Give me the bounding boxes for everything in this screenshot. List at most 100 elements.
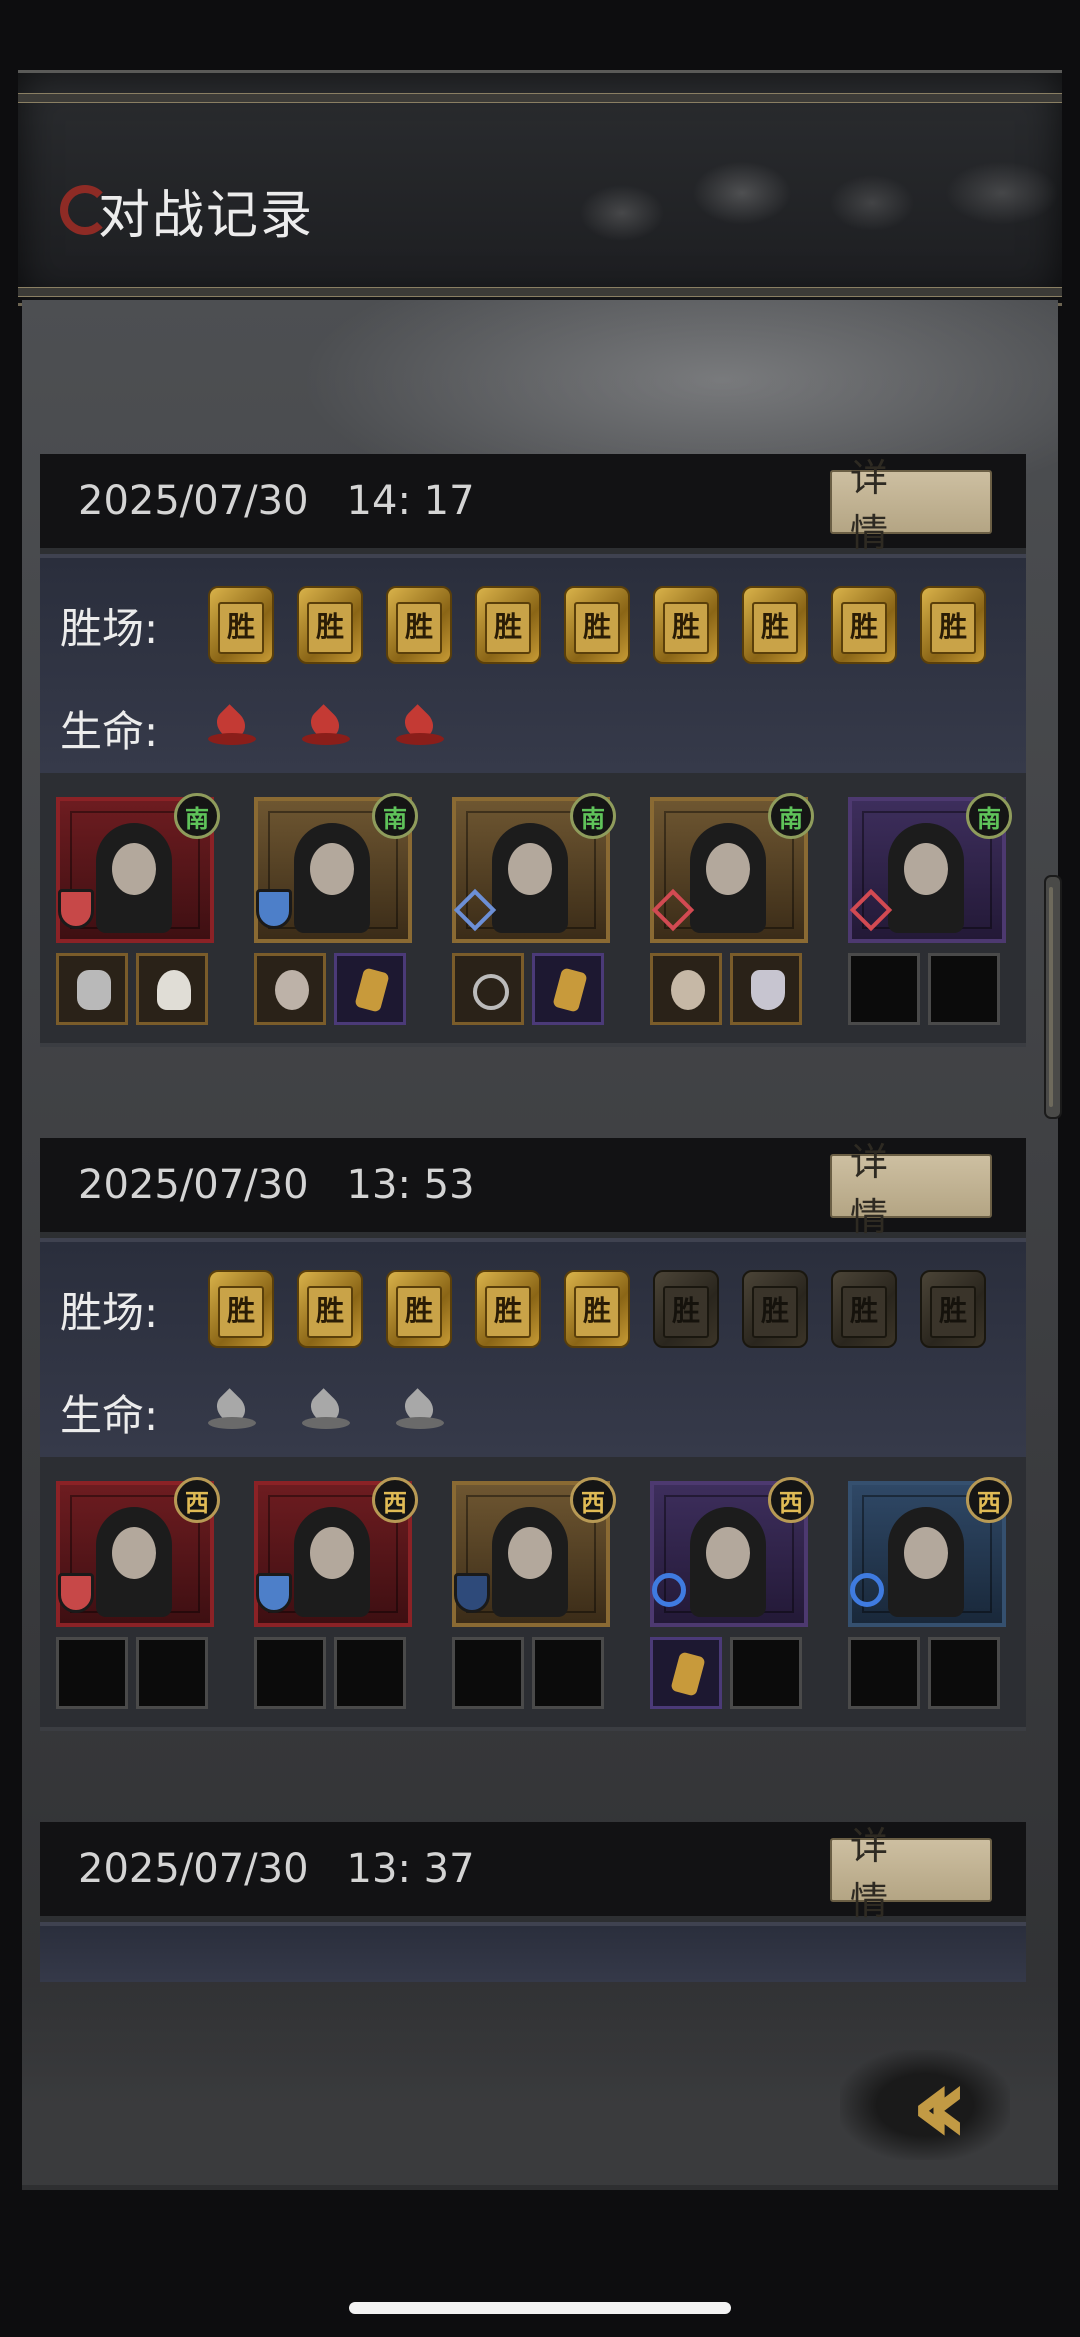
hero-face	[904, 843, 948, 895]
record-date: 2025/07/30	[78, 478, 309, 524]
empty-item-slot[interactable]	[452, 1637, 524, 1709]
record-header: 2025/07/30 13: 37 详 情	[40, 1822, 1026, 1923]
life-drops	[208, 707, 490, 751]
win-badge: 胜	[297, 1270, 363, 1348]
hero-items	[650, 953, 802, 1025]
empty-item-slot[interactable]	[730, 1637, 802, 1709]
empty-win-badge: 胜	[831, 1270, 897, 1348]
record-stats	[40, 1922, 1026, 1982]
role-shield-icon	[58, 889, 94, 929]
hero-card[interactable]: 西	[848, 1477, 1012, 1715]
ring-item-icon	[473, 974, 509, 1010]
wins-badges: 胜胜胜胜胜胜胜胜胜	[208, 1270, 1009, 1348]
hero-face	[310, 843, 354, 895]
home-indicator[interactable]	[349, 2302, 731, 2314]
item-slot[interactable]	[532, 953, 604, 1025]
empty-win-badge: 胜	[920, 1270, 986, 1348]
wins-label: 胜场:	[60, 1287, 159, 1337]
life-label: 生命:	[60, 1391, 159, 1440]
card-item-icon	[354, 967, 390, 1013]
empty-win-badge: 胜	[742, 1270, 808, 1348]
empty-item-slot[interactable]	[848, 1637, 920, 1709]
win-badge-text: 胜	[671, 1294, 700, 1327]
hero-items	[56, 953, 208, 1025]
hero-lineup: 西西西西西	[40, 1457, 1026, 1731]
win-badge: 胜	[653, 586, 719, 664]
header-rail-bottom	[18, 287, 1062, 297]
record-stats: 胜场: 胜 胜 胜 胜 胜 胜 胜 胜 胜 生命:	[40, 1238, 1026, 1457]
life-row: 生命:	[60, 698, 490, 759]
win-badge: 胜	[564, 1270, 630, 1348]
item-slot[interactable]	[650, 1637, 722, 1709]
seat-badge: 南	[570, 793, 616, 839]
empty-item-slot[interactable]	[254, 1637, 326, 1709]
hero-card[interactable]: 南	[254, 793, 418, 1031]
seat-badge: 南	[966, 793, 1012, 839]
back-button[interactable]: ‹‹	[830, 2030, 1020, 2180]
role-shield-icon	[454, 1573, 490, 1613]
seat-badge: 西	[966, 1477, 1012, 1523]
empty-item-slot[interactable]	[848, 953, 920, 1025]
empty-item-slot[interactable]	[334, 1637, 406, 1709]
item-slot[interactable]	[452, 953, 524, 1025]
battle-record: 2025/07/30 13: 53 详 情 胜场: 胜胜胜胜胜胜胜胜胜 生命: …	[40, 1138, 1026, 1731]
bowl-item-icon	[751, 970, 785, 1010]
empty-item-slot[interactable]	[928, 953, 1000, 1025]
item-slot[interactable]	[730, 953, 802, 1025]
wins-label: 胜场:	[60, 603, 159, 653]
win-badge: 胜	[208, 1270, 274, 1348]
item-slot[interactable]	[56, 953, 128, 1025]
hero-card[interactable]: 南	[650, 793, 814, 1031]
life-label: 生命:	[60, 707, 159, 756]
hero-card[interactable]: 南	[848, 793, 1012, 1031]
seat-badge: 西	[570, 1477, 616, 1523]
detail-button[interactable]: 详 情	[830, 456, 992, 555]
seat-badge: 西	[174, 1477, 220, 1523]
win-badge: 胜	[208, 586, 274, 664]
double-chevron-left-icon: ‹‹	[909, 2041, 970, 2169]
hero-card[interactable]: 西	[452, 1477, 616, 1715]
win-badge: 胜	[920, 586, 986, 664]
win-badge-text: 胜	[404, 1294, 433, 1327]
win-badge: 胜	[386, 586, 452, 664]
win-badge-text: 胜	[671, 610, 700, 643]
win-badge: 胜	[564, 586, 630, 664]
win-badge-text: 胜	[938, 1294, 967, 1327]
hero-card[interactable]: 南	[56, 793, 220, 1031]
win-badge-text: 胜	[404, 610, 433, 643]
card-item-icon	[670, 1651, 706, 1697]
empty-item-slot[interactable]	[136, 1637, 208, 1709]
item-slot[interactable]	[254, 953, 326, 1025]
empty-win-badge: 胜	[653, 1270, 719, 1348]
empty-item-slot[interactable]	[928, 1637, 1000, 1709]
hero-face	[112, 843, 156, 895]
detail-button[interactable]: 详 情	[830, 1824, 992, 1923]
life-row: 生命:	[60, 1382, 490, 1443]
win-badge-text: 胜	[582, 610, 611, 643]
role-shield-icon	[652, 1573, 686, 1607]
hero-face	[508, 843, 552, 895]
hero-card[interactable]: 西	[650, 1477, 814, 1715]
win-badge-text: 胜	[315, 1294, 344, 1327]
lotus-item-icon	[157, 970, 191, 1010]
hero-card[interactable]: 西	[56, 1477, 220, 1715]
empty-item-slot[interactable]	[532, 1637, 604, 1709]
item-slot[interactable]	[334, 953, 406, 1025]
hero-face	[508, 1527, 552, 1579]
scrollbar[interactable]	[1044, 875, 1062, 1119]
hero-card[interactable]: 西	[254, 1477, 418, 1715]
item-slot[interactable]	[650, 953, 722, 1025]
hero-items	[848, 953, 1000, 1025]
empty-item-slot[interactable]	[56, 1637, 128, 1709]
hero-face	[310, 1527, 354, 1579]
bone-item-icon	[77, 970, 111, 1010]
seat-badge: 西	[768, 1477, 814, 1523]
role-shield-icon	[850, 1573, 884, 1607]
hero-face	[706, 1527, 750, 1579]
item-slot[interactable]	[136, 953, 208, 1025]
hero-items	[56, 1637, 208, 1709]
record-date: 2025/07/30	[78, 1846, 309, 1892]
detail-button[interactable]: 详 情	[830, 1140, 992, 1239]
hero-card[interactable]: 南	[452, 793, 616, 1031]
role-shield-icon	[454, 889, 490, 929]
